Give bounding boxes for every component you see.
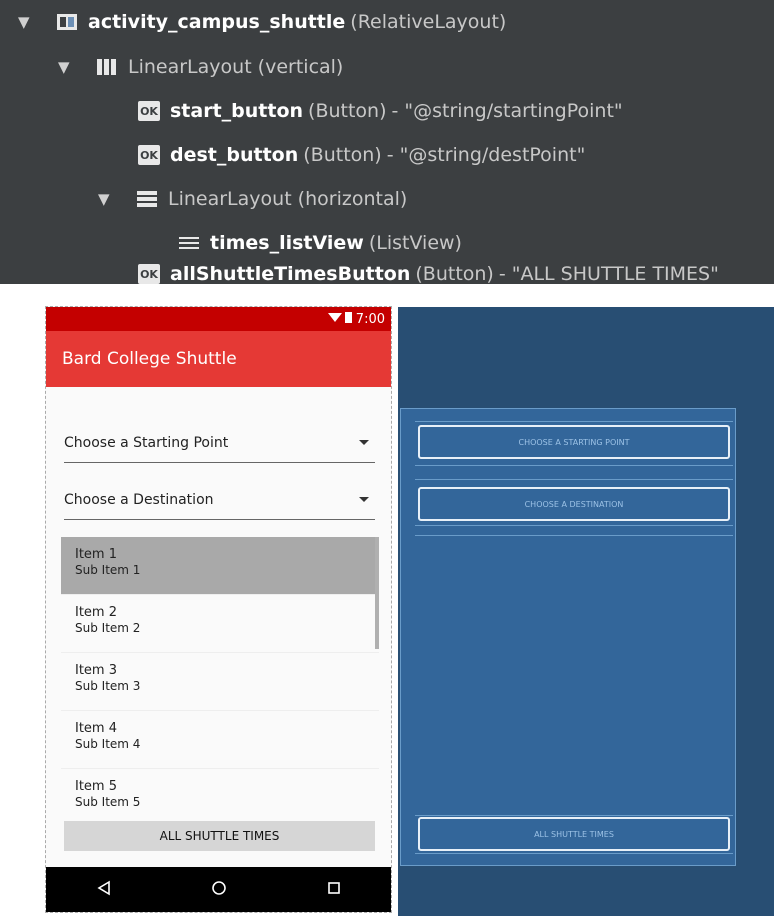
list-item-title: Item 4 xyxy=(75,721,117,736)
tree-node-type: (Button) xyxy=(303,144,382,166)
blueprint-layout xyxy=(400,408,736,866)
back-icon[interactable] xyxy=(96,880,112,900)
home-icon[interactable] xyxy=(211,880,227,900)
tree-node-type: (ListView) xyxy=(368,232,462,254)
blueprint-all-button[interactable]: ALL SHUTTLE TIMES xyxy=(418,817,730,851)
tree-node-vertical-linearlayout[interactable]: ▼ LinearLayout (vertical) xyxy=(58,48,343,86)
blueprint-guide-line xyxy=(415,479,733,480)
list-item-title: Item 3 xyxy=(75,663,117,678)
status-bar: 7:00 xyxy=(46,307,391,331)
tree-node-type: (Button) xyxy=(308,100,387,122)
list-item-title: Item 5 xyxy=(75,779,117,794)
tree-node-type: (RelativeLayout) xyxy=(350,11,507,33)
dest-spinner[interactable]: Choose a Destination xyxy=(64,480,375,520)
tree-node-value: - "@string/destPoint" xyxy=(386,144,586,166)
list-item-subtitle: Sub Item 3 xyxy=(75,679,141,693)
tree-node-type: (Button) xyxy=(415,263,494,285)
blueprint-view: CHOOSE A STARTING POINT CHOOSE A DESTINA… xyxy=(398,307,774,916)
tree-node-dest-button[interactable]: OK dest_button (Button) - "@string/destP… xyxy=(138,136,585,174)
tree-node-value: - "ALL SHUTTLE TIMES" xyxy=(498,263,719,285)
phone-preview: 7:00 Bard College Shuttle Choose a Start… xyxy=(45,306,392,913)
list-item[interactable]: Item 3 Sub Item 3 xyxy=(61,653,379,711)
tree-node-name: activity_campus_shuttle xyxy=(88,11,346,33)
tree-node-all-shuttle-times-button[interactable]: OK allShuttleTimesButton (Button) - "ALL… xyxy=(138,263,719,285)
app-title: Bard College Shuttle xyxy=(62,349,237,369)
button-icon: OK xyxy=(138,144,160,166)
tree-node-activity-campus-shuttle[interactable]: ▼ activity_campus_shuttle (RelativeLayou… xyxy=(18,3,506,41)
list-item-title: Item 1 xyxy=(75,547,117,562)
blueprint-guide-line xyxy=(415,421,733,422)
wifi-icon xyxy=(327,312,342,327)
start-spinner-label: Choose a Starting Point xyxy=(64,434,229,451)
app-bar: Bard College Shuttle xyxy=(46,331,391,387)
vertical-linear-layout-icon xyxy=(96,56,118,78)
blueprint-guide-line xyxy=(415,815,733,816)
tree-node-value: - "@string/startingPoint" xyxy=(391,100,623,122)
tree-node-start-button[interactable]: OK start_button (Button) - "@string/star… xyxy=(138,92,623,130)
list-item-subtitle: Sub Item 5 xyxy=(75,795,141,809)
times-listview[interactable]: Item 1 Sub Item 1 Item 2 Sub Item 2 Item… xyxy=(61,537,379,819)
list-item-subtitle: Sub Item 4 xyxy=(75,737,141,751)
blueprint-start-button[interactable]: CHOOSE A STARTING POINT xyxy=(418,425,730,459)
list-item[interactable]: Item 1 Sub Item 1 xyxy=(61,537,379,595)
tree-node-type: LinearLayout (horizontal) xyxy=(168,188,408,210)
blueprint-guide-line xyxy=(415,535,733,536)
component-tree: ▼ activity_campus_shuttle (RelativeLayou… xyxy=(0,0,774,285)
tree-node-name: times_listView xyxy=(210,232,364,254)
list-item[interactable]: Item 5 Sub Item 5 xyxy=(61,769,379,819)
battery-icon xyxy=(344,311,352,327)
list-item-subtitle: Sub Item 2 xyxy=(75,621,141,635)
tree-node-name: allShuttleTimesButton xyxy=(170,263,411,285)
dropdown-arrow-icon xyxy=(359,497,369,502)
blueprint-dest-button[interactable]: CHOOSE A DESTINATION xyxy=(418,487,730,521)
expand-arrow-icon[interactable]: ▼ xyxy=(18,13,38,31)
status-time: 7:00 xyxy=(355,311,385,327)
relative-layout-icon xyxy=(56,11,78,33)
dest-spinner-label: Choose a Destination xyxy=(64,491,214,508)
tree-node-name: start_button xyxy=(170,100,304,122)
blueprint-guide-line xyxy=(415,525,733,526)
horizontal-linear-layout-icon xyxy=(136,188,158,210)
blueprint-guide-line xyxy=(415,853,733,854)
tree-node-horizontal-linearlayout[interactable]: ▼ LinearLayout (horizontal) xyxy=(98,180,407,218)
navigation-bar xyxy=(46,867,391,912)
list-item[interactable]: Item 2 Sub Item 2 xyxy=(61,595,379,653)
all-shuttle-times-button[interactable]: ALL SHUTTLE TIMES xyxy=(64,821,375,851)
blueprint-guide-line xyxy=(415,465,733,466)
expand-arrow-icon[interactable]: ▼ xyxy=(58,58,78,76)
recents-icon[interactable] xyxy=(326,880,342,900)
list-scrollbar[interactable] xyxy=(375,537,379,649)
list-item-subtitle: Sub Item 1 xyxy=(75,563,141,577)
start-spinner[interactable]: Choose a Starting Point xyxy=(64,423,375,463)
list-item-title: Item 2 xyxy=(75,605,117,620)
tree-node-type: LinearLayout (vertical) xyxy=(128,56,344,78)
listview-icon xyxy=(178,232,200,254)
tree-node-name: dest_button xyxy=(170,144,299,166)
button-icon: OK xyxy=(138,263,160,285)
list-item[interactable]: Item 4 Sub Item 4 xyxy=(61,711,379,769)
expand-arrow-icon[interactable]: ▼ xyxy=(98,190,118,208)
tree-node-times-listview[interactable]: times_listView (ListView) xyxy=(178,224,462,262)
button-icon: OK xyxy=(138,100,160,122)
dropdown-arrow-icon xyxy=(359,440,369,445)
